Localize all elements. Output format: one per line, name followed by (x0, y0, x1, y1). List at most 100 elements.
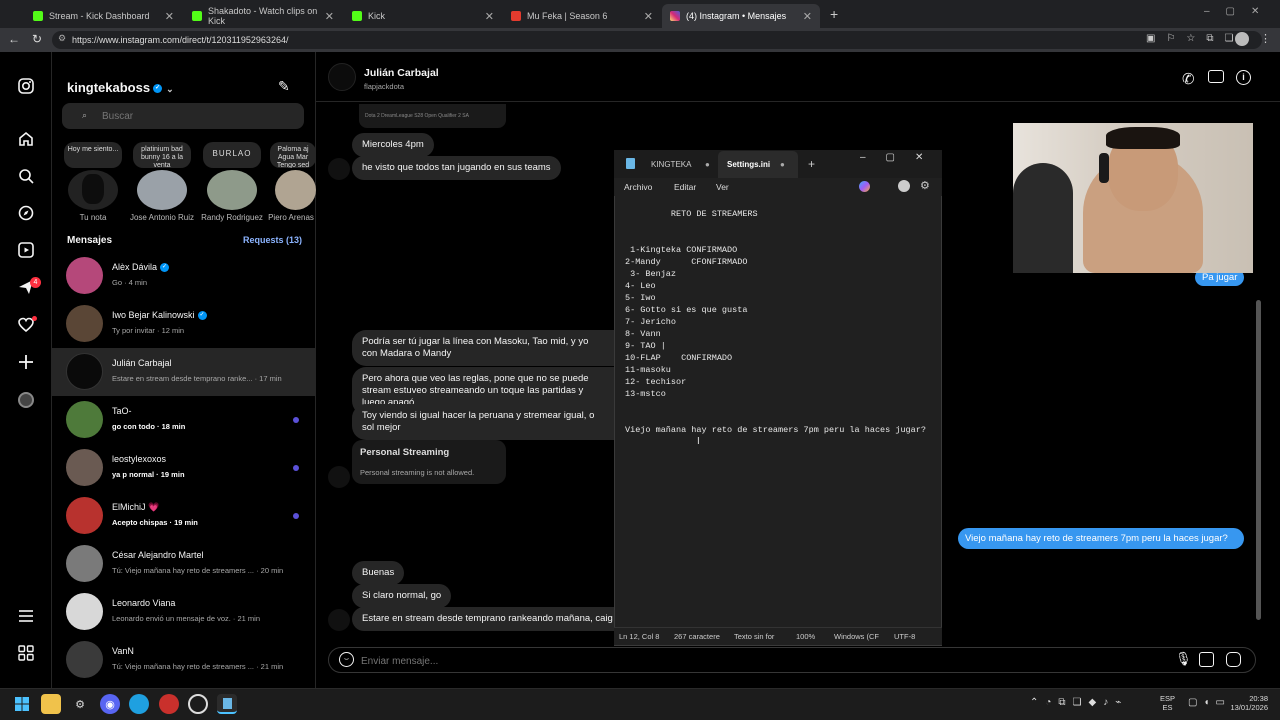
tab-mu-feka[interactable]: Mu Feka | Season 6 ✕ (503, 4, 661, 28)
avatar[interactable] (68, 170, 118, 210)
headset-shape (1099, 153, 1109, 183)
tab-kick[interactable]: Kick ✕ (344, 4, 502, 28)
new-tab-button[interactable]: + (830, 6, 838, 22)
reels-icon[interactable] (16, 240, 36, 260)
conversation-item[interactable]: ElMichiJ 💗 Acepto chispas · 19 min (52, 492, 316, 540)
received-message[interactable]: Buenas (352, 561, 405, 585)
close-icon[interactable]: ✕ (485, 10, 494, 23)
video-call-icon[interactable] (1208, 70, 1224, 83)
home-icon[interactable] (16, 129, 36, 149)
create-icon[interactable] (16, 352, 36, 372)
discord-icon[interactable]: ◉ (100, 694, 120, 714)
image-icon[interactable] (1199, 652, 1214, 667)
contact-name[interactable]: Julián Carbajal (364, 67, 439, 79)
close-icon[interactable]: ✕ (325, 10, 334, 23)
search-box[interactable]: ⌕ (62, 103, 304, 129)
close-icon[interactable]: ✕ (165, 10, 174, 23)
steam-icon[interactable]: ⚙ (70, 694, 90, 714)
username-header[interactable]: kingtekaboss ✓ ⌄ (67, 80, 174, 95)
close-icon[interactable]: ✕ (644, 10, 653, 23)
settings-gear-icon[interactable]: ⚙ (920, 179, 930, 192)
back-arrow-icon[interactable]: ← (8, 32, 20, 46)
sticker-icon[interactable] (1226, 652, 1241, 667)
notepad-window-controls[interactable]: –▢✕ (860, 152, 943, 163)
notepad-text-area[interactable]: RETO DE STREAMERS 1-Kingteka CONFIRMADO … (625, 208, 941, 436)
conversation-item[interactable]: Leonardo Viana Leonardo envió un mensaje… (52, 588, 316, 636)
contact-avatar[interactable] (328, 63, 356, 91)
reload-icon[interactable]: ↻ (32, 32, 42, 46)
conversation-item-selected[interactable]: Julián Carbajal Estare en stream desde t… (52, 348, 316, 396)
conversation-item[interactable]: Iwo Bejar Kalinowski ✓ Ty por invitar · 1… (52, 300, 316, 348)
chat-header (316, 52, 1280, 102)
profile-icon[interactable] (16, 390, 36, 410)
received-message[interactable]: he visto que todos tan jugando en sus te… (352, 156, 561, 180)
received-message[interactable]: Si claro normal, go (352, 584, 452, 608)
menu-archivo[interactable]: Archivo (624, 182, 652, 192)
avatar (66, 257, 103, 294)
app-icon[interactable] (159, 694, 179, 714)
chat-scrollbar[interactable] (1256, 300, 1261, 620)
tab-kick-dashboard[interactable]: Stream - Kick Dashboard ✕ (25, 4, 182, 28)
conversation-preview: Tú: Viejo mañana hay reto de streamers .… (112, 566, 284, 575)
new-message-icon[interactable]: ✎ (278, 78, 290, 95)
edge-icon[interactable] (129, 694, 149, 714)
url-field[interactable]: https://www.instagram.com/direct/t/12031… (52, 31, 1262, 49)
search-icon[interactable] (16, 166, 36, 186)
conversation-item[interactable]: Alèx Dávila ✓ Go · 4 min (52, 252, 316, 300)
avatar[interactable] (275, 170, 316, 210)
note-author: Piero Arenas (268, 213, 314, 222)
received-message[interactable]: Estare en stream desde temprano rankeand… (352, 607, 616, 631)
conversation-preview: Estare en stream desde temprano ranke...… (112, 374, 282, 383)
search-input[interactable] (102, 108, 292, 124)
notepad-tab-kingteka[interactable]: KINGTEKA (651, 160, 691, 169)
clock[interactable]: 20:38 13/01/2026 (1226, 694, 1268, 712)
conversation-item[interactable]: leostylexoxos ya p normal · 19 min (52, 444, 316, 492)
apps-icon[interactable] (16, 643, 36, 663)
obs-icon[interactable] (188, 694, 208, 714)
network-volume-battery-icons[interactable]: ▢◖▭ (1188, 697, 1231, 708)
info-icon[interactable]: i (1236, 70, 1251, 85)
site-info-icon[interactable]: ⚙ (58, 33, 66, 44)
emoji-icon[interactable]: ⌣ (339, 652, 354, 667)
conversation-item[interactable]: VanN Tú: Viejo mañana hay reto de stream… (52, 636, 316, 684)
received-message[interactable]: Miercoles 4pm (352, 133, 434, 157)
requests-link[interactable]: Requests (13) (243, 235, 302, 245)
windows-start-icon[interactable] (12, 694, 32, 714)
received-message[interactable]: Toy viendo si igual hacer la peruana y s… (352, 404, 616, 440)
language-indicator[interactable]: ESP ES (1160, 694, 1175, 712)
account-icon[interactable] (898, 180, 910, 192)
menu-ver[interactable]: Ver (716, 182, 729, 192)
copilot-icon[interactable] (859, 181, 870, 192)
personal-streaming-card[interactable]: Personal Streaming Personal streaming is… (352, 440, 506, 484)
explore-icon[interactable] (16, 203, 36, 223)
sent-message[interactable]: Viejo mañana hay reto de streamers 7pm p… (958, 528, 1244, 549)
file-explorer-icon[interactable] (41, 694, 61, 714)
avatar[interactable] (207, 170, 257, 210)
avatar[interactable] (137, 170, 187, 210)
avatar (328, 609, 350, 631)
message-composer[interactable]: ⌣ 🎙 (328, 647, 1256, 673)
tab-shakadoto[interactable]: Shakadoto - Watch clips on Kick ✕ (184, 4, 342, 28)
more-options-icon[interactable]: ⋮ (1260, 32, 1271, 45)
window-controls[interactable]: –▢✕ (1204, 6, 1275, 17)
notepad-tab-title: Settings.ini (727, 160, 771, 169)
menu-icon[interactable] (16, 606, 36, 626)
shared-post-card[interactable]: Dota 2 DreamLeague S28 Open Qualifier 2 … (359, 104, 506, 128)
phone-icon[interactable]: ✆ (1182, 70, 1195, 88)
microphone-icon[interactable]: 🎙 (1175, 651, 1192, 667)
tab-instagram[interactable]: (4) Instagram • Mensajes ✕ (662, 4, 820, 28)
menu-editar[interactable]: Editar (674, 182, 696, 192)
received-message[interactable]: Podría ser tú jugar la línea con Masoku,… (352, 330, 616, 366)
conversation-item[interactable]: César Alejandro Martel Tú: Viejo mañana … (52, 540, 316, 588)
message-input[interactable] (361, 653, 1121, 669)
conversation-item[interactable]: TaO- go con todo · 18 min (52, 396, 316, 444)
close-icon[interactable]: ✕ (803, 10, 812, 23)
system-tray-icons[interactable]: ⌃◔⧉❏◆♪⌁ (1030, 697, 1128, 708)
new-tab-button[interactable]: + (808, 157, 815, 171)
instagram-icon[interactable] (16, 76, 36, 96)
conversation-preview: ya p normal · 19 min (112, 470, 185, 479)
notepad-taskbar-icon[interactable] (217, 694, 237, 714)
profile-avatar-icon[interactable] (1235, 32, 1249, 46)
status-zoom: 100% (796, 632, 816, 641)
browser-action-icons[interactable]: ▣⚐☆⧉❏ (1146, 33, 1244, 44)
